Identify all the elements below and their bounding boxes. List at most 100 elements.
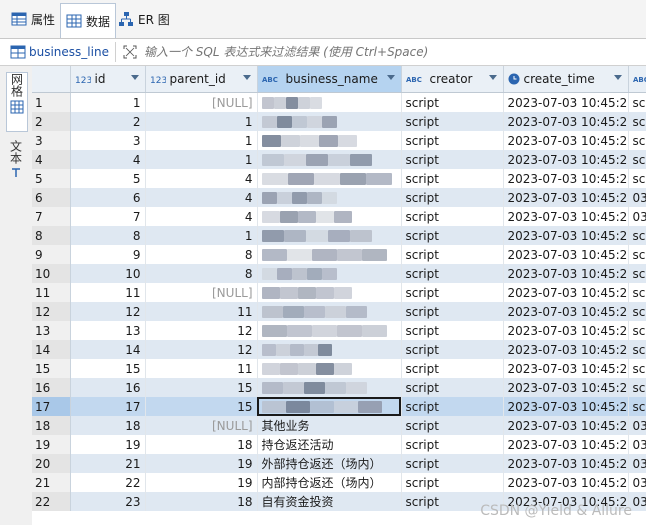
- cell-parent-id[interactable]: 18: [145, 435, 258, 454]
- cell-business-name[interactable]: [257, 283, 402, 302]
- filter-input[interactable]: [143, 45, 614, 59]
- table-row[interactable]: 20 21 19 外部持仓返还（场内） script 2023-07-03 10:45:2…: [32, 454, 646, 473]
- table-row[interactable]: 441script2023-07-03 10:45:21scr: [32, 150, 646, 169]
- tab-properties[interactable]: 属性: [6, 3, 60, 35]
- sort-dropdown-icon[interactable]: [488, 75, 497, 80]
- row-number-cell[interactable]: 15: [32, 359, 71, 378]
- table-row[interactable]: 121211script2023-07-03 10:45:21scr: [32, 302, 646, 321]
- cell-extra[interactable]: scr: [628, 92, 646, 112]
- table-row[interactable]: 191918持仓返还活动script2023-07-03 10:45:2103: [32, 435, 646, 454]
- cell-business-name[interactable]: [257, 169, 402, 188]
- table-row[interactable]: 774script2023-07-03 10:45:2103: [32, 207, 646, 226]
- cell-parent-id[interactable]: 19: [145, 473, 258, 492]
- row-number-cell[interactable]: 1: [32, 92, 71, 112]
- expand-filter-icon[interactable]: [122, 44, 138, 60]
- sort-dropdown-icon[interactable]: [386, 75, 395, 80]
- row-number-cell[interactable]: 18: [32, 416, 71, 435]
- row-number-cell[interactable]: 6: [32, 188, 71, 207]
- cell-creator[interactable]: script: [401, 92, 504, 112]
- cell-extra[interactable]: scr: [628, 150, 646, 169]
- cell-business-name[interactable]: [257, 207, 402, 226]
- cell-extra[interactable]: 03: [628, 188, 646, 207]
- cell-parent-id[interactable]: 8: [145, 264, 258, 283]
- table-row[interactable]: 10108script2023-07-03 10:45:21scr: [32, 264, 646, 283]
- cell-extra[interactable]: scr: [628, 378, 646, 397]
- row-number-cell[interactable]: 21: [32, 473, 71, 492]
- cell-create-time[interactable]: 2023-07-03 10:45:21: [503, 473, 629, 492]
- cell-create-time[interactable]: 2023-07-03 10:45:21: [503, 169, 629, 188]
- cell-creator[interactable]: script: [401, 397, 504, 416]
- cell-creator[interactable]: script: [401, 435, 504, 454]
- table-row[interactable]: 998script2023-07-03 10:45:21scr: [32, 245, 646, 264]
- cell-extra[interactable]: scr: [628, 359, 646, 378]
- row-number-cell[interactable]: 20: [32, 454, 71, 473]
- table-row[interactable]: 21 22 19 内部持仓返还（场内） script 2023-07-03 10:45:2…: [32, 473, 646, 492]
- cell-id[interactable]: 18: [70, 416, 146, 435]
- column-header-id[interactable]: 123 id: [70, 66, 146, 93]
- cell-business-name[interactable]: [257, 359, 402, 378]
- cell-id[interactable]: 3: [70, 131, 146, 150]
- row-number-cell[interactable]: 11: [32, 283, 71, 302]
- cell-id[interactable]: 6: [70, 188, 146, 207]
- cell-parent-id[interactable]: 11: [145, 302, 258, 321]
- cell-id[interactable]: 12: [70, 302, 146, 321]
- cell-extra[interactable]: scr: [628, 302, 646, 321]
- cell-create-time[interactable]: 2023-07-03 10:45:21: [503, 188, 629, 207]
- cell-create-time[interactable]: 2023-07-03 10:45:21: [503, 321, 629, 340]
- cell-parent-id[interactable]: 18: [145, 492, 258, 511]
- table-row[interactable]: 1111[NULL]script2023-07-03 10:45:21scr: [32, 283, 646, 302]
- cell-creator[interactable]: script: [401, 131, 504, 150]
- cell-business-name[interactable]: [257, 188, 402, 207]
- cell-parent-id[interactable]: 11: [145, 359, 258, 378]
- cell-id[interactable]: 14: [70, 340, 146, 359]
- row-number-cell[interactable]: 10: [32, 264, 71, 283]
- table-row[interactable]: 131312script2023-07-03 10:45:21scr: [32, 321, 646, 340]
- cell-id[interactable]: 5: [70, 169, 146, 188]
- cell-creator[interactable]: script: [401, 321, 504, 340]
- cell-create-time[interactable]: 2023-07-03 10:45:21: [503, 92, 629, 112]
- cell-parent-id[interactable]: 8: [145, 245, 258, 264]
- sort-dropdown-icon[interactable]: [613, 75, 622, 80]
- table-row[interactable]: 18 18 [NULL] 其他业务 script 2023-07-03 10:45:21 0…: [32, 416, 646, 435]
- cell-parent-id[interactable]: 12: [145, 340, 258, 359]
- sort-dropdown-icon[interactable]: [130, 75, 139, 80]
- cell-parent-id[interactable]: 1: [145, 131, 258, 150]
- cell-parent-id[interactable]: [NULL]: [145, 416, 258, 435]
- cell-creator[interactable]: script: [401, 416, 504, 435]
- row-number-cell[interactable]: 16: [32, 378, 71, 397]
- cell-extra[interactable]: scr: [628, 169, 646, 188]
- column-header-create-time[interactable]: create_time: [503, 66, 629, 93]
- cell-parent-id[interactable]: 1: [145, 112, 258, 131]
- row-number-cell[interactable]: 22: [32, 492, 71, 511]
- row-number-cell[interactable]: 9: [32, 245, 71, 264]
- cell-parent-id[interactable]: 1: [145, 150, 258, 169]
- table-row[interactable]: 221script2023-07-03 10:45:21scr: [32, 112, 646, 131]
- text-view-tab[interactable]: 文本: [6, 140, 26, 190]
- cell-parent-id[interactable]: 4: [145, 169, 258, 188]
- row-number-cell[interactable]: 17: [32, 397, 71, 416]
- row-number-cell[interactable]: 3: [32, 131, 71, 150]
- cell-creator[interactable]: script: [401, 473, 504, 492]
- tab-er-diagram[interactable]: ER 图: [113, 3, 175, 35]
- cell-creator[interactable]: script: [401, 188, 504, 207]
- cell-create-time[interactable]: 2023-07-03 10:45:21: [503, 112, 629, 131]
- cell-create-time[interactable]: 2023-07-03 10:45:21: [503, 359, 629, 378]
- column-header-extra[interactable]: ABC: [628, 66, 646, 93]
- cell-creator[interactable]: script: [401, 359, 504, 378]
- row-number-cell[interactable]: 4: [32, 150, 71, 169]
- row-number-cell[interactable]: 12: [32, 302, 71, 321]
- cell-business-name[interactable]: [257, 397, 402, 416]
- cell-parent-id[interactable]: 19: [145, 454, 258, 473]
- cell-business-name[interactable]: [257, 378, 402, 397]
- cell-id[interactable]: 8: [70, 226, 146, 245]
- cell-extra[interactable]: 03: [628, 416, 646, 435]
- cell-creator[interactable]: script: [401, 283, 504, 302]
- table-name-button[interactable]: business_line: [10, 42, 116, 62]
- table-row[interactable]: 161615script2023-07-03 10:45:21scr: [32, 378, 646, 397]
- cell-extra[interactable]: scr: [628, 397, 646, 416]
- grid-view-tab[interactable]: 网格: [6, 72, 28, 132]
- cell-extra[interactable]: 03: [628, 473, 646, 492]
- cell-id[interactable]: 23: [70, 492, 146, 511]
- cell-create-time[interactable]: 2023-07-03 10:45:21: [503, 226, 629, 245]
- cell-parent-id[interactable]: 15: [145, 397, 258, 416]
